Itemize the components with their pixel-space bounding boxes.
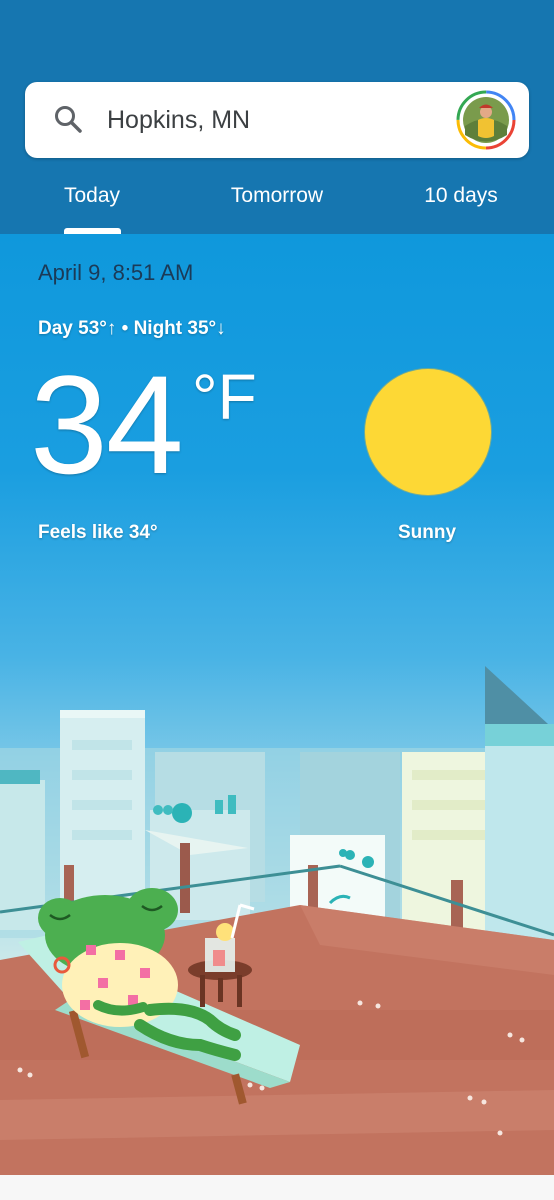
search-icon[interactable]	[53, 104, 83, 134]
tab-10-days[interactable]: 10 days	[400, 182, 522, 210]
temperature-unit[interactable]: °F	[192, 362, 257, 432]
tab-today[interactable]: Today	[40, 182, 144, 210]
search-location-text[interactable]: Hopkins, MN	[107, 104, 250, 136]
tab-bar: Today Tomorrow 10 days	[0, 170, 554, 234]
tab-tomorrow[interactable]: Tomorrow	[200, 182, 354, 210]
observation-datetime: April 9, 8:51 AM	[38, 260, 194, 285]
current-temperature: 34	[30, 346, 184, 503]
avatar[interactable]	[456, 90, 516, 150]
weather-screen: Hopkins, MN Today Tomorrow 10 days April…	[0, 0, 554, 1200]
weather-condition: Sunny	[398, 522, 457, 543]
search-bar[interactable]	[25, 82, 529, 158]
sun-icon	[365, 369, 491, 495]
feels-like: Feels like 34°	[38, 522, 158, 543]
day-night-temps: Day 53°↑ • Night 35°↓	[38, 318, 226, 339]
bottom-edge	[0, 1175, 554, 1200]
